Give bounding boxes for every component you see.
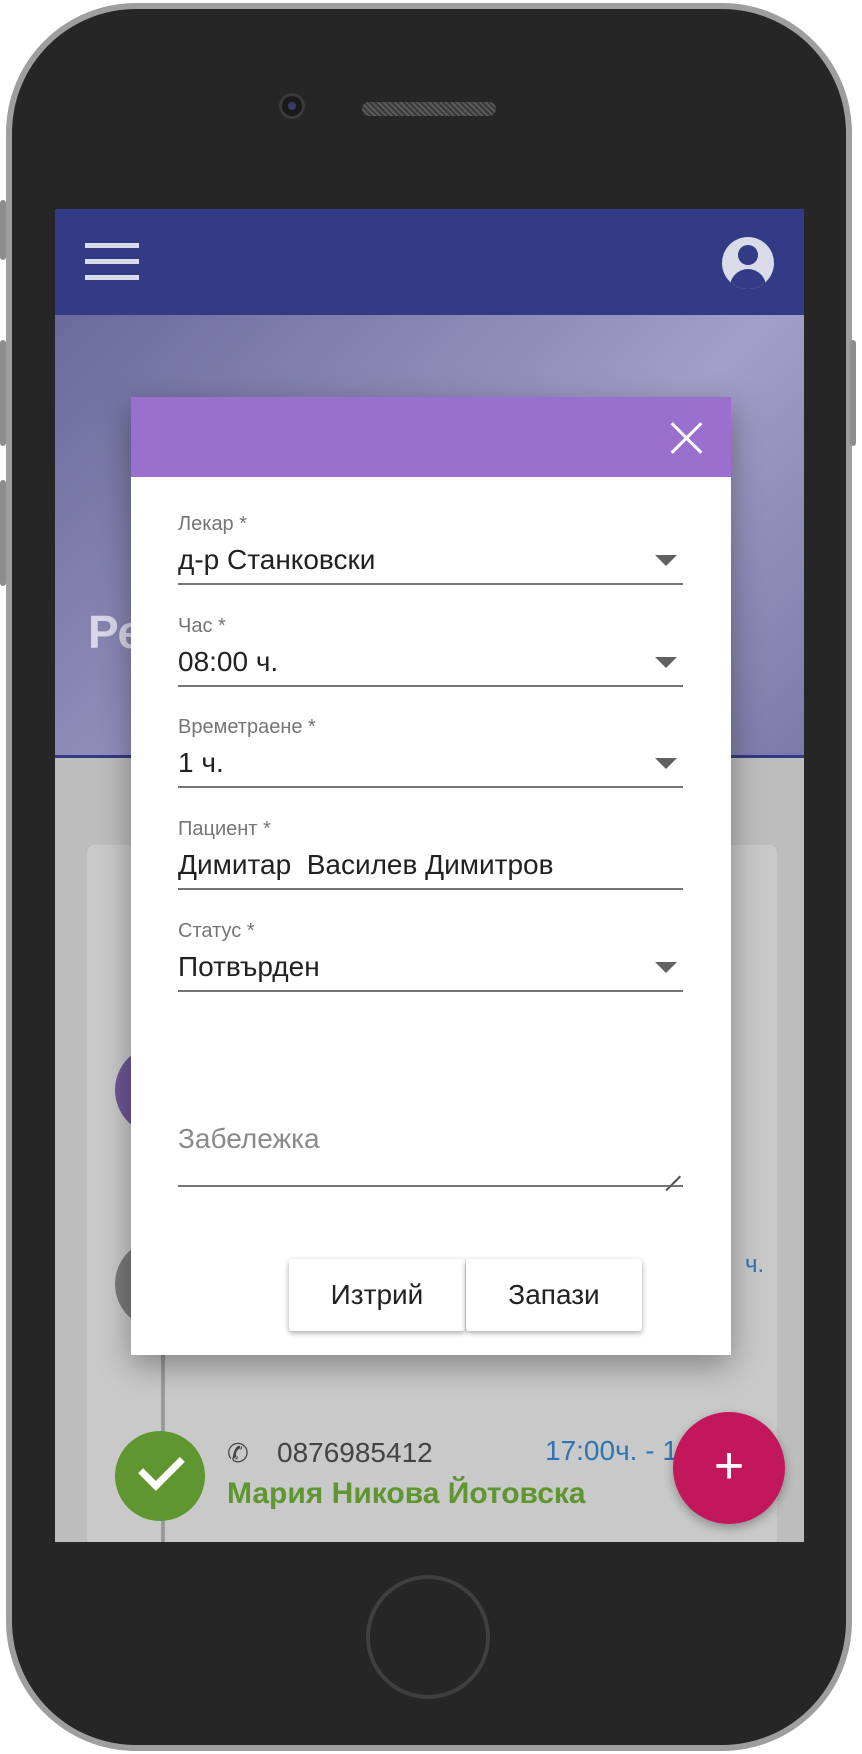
patient-label: Пациент * xyxy=(178,818,271,840)
app-bar xyxy=(55,209,804,315)
app-screen: Ре ч. ч. ✆ 0876985412 17:00ч. - 18 Мария… xyxy=(55,209,804,1542)
notes-textarea[interactable]: Забележка xyxy=(178,1119,683,1187)
camera-icon xyxy=(282,96,302,116)
duration-select[interactable]: Времетраене * 1 ч. xyxy=(178,714,683,788)
doctor-select[interactable]: Лекар * д-р Станковски xyxy=(178,511,683,585)
hour-label: Час * xyxy=(178,615,226,637)
close-icon[interactable] xyxy=(669,419,705,455)
volume-up-button xyxy=(0,340,6,446)
plus-icon: + xyxy=(713,1437,745,1495)
dropdown-arrow-icon[interactable] xyxy=(655,657,677,668)
status-label: Статус * xyxy=(178,920,255,942)
account-icon[interactable] xyxy=(722,237,774,289)
dropdown-arrow-icon[interactable] xyxy=(655,962,677,973)
resize-icon[interactable] xyxy=(665,1161,681,1177)
doctor-value-text: д-р Станковски xyxy=(178,544,376,575)
hour-select[interactable]: Час * 08:00 ч. xyxy=(178,613,683,687)
volume-down-button xyxy=(0,480,6,586)
add-appointment-button[interactable]: + xyxy=(673,1412,785,1524)
patient-value-text: Димитар Василев Димитров xyxy=(178,849,554,880)
patient-input[interactable]: Димитар Василев Димитров xyxy=(178,842,683,890)
appointment-phone[interactable]: ✆ 0876985412 xyxy=(227,1431,433,1475)
check-icon xyxy=(115,1431,205,1521)
speaker-grille xyxy=(362,102,496,116)
duration-label: Времетраене * xyxy=(178,716,316,738)
doctor-label: Лекар * xyxy=(178,513,248,535)
appointment-time: 17:00ч. - 18 xyxy=(545,1435,694,1466)
delete-button[interactable]: Изтрий xyxy=(289,1259,465,1331)
status-select[interactable]: Статус * Потвърден xyxy=(178,918,683,992)
phone-icon: ✆ xyxy=(227,1438,249,1468)
dropdown-arrow-icon[interactable] xyxy=(655,758,677,769)
dialog-header xyxy=(131,397,731,477)
patient-name[interactable]: Мария Никова Йотовска xyxy=(227,1477,586,1511)
patient-field[interactable]: Пациент * Димитар Василев Димитров xyxy=(178,816,683,890)
mute-switch xyxy=(0,200,6,260)
appointment-time: ч. xyxy=(745,1251,765,1278)
duration-value-text: 1 ч. xyxy=(178,747,224,778)
phone-number: 0876985412 xyxy=(277,1437,433,1468)
status-value-text: Потвърден xyxy=(178,951,320,982)
notes-placeholder: Забележка xyxy=(178,1123,320,1154)
doctor-value[interactable]: д-р Станковски xyxy=(178,537,683,585)
dropdown-arrow-icon[interactable] xyxy=(655,555,677,566)
hour-value[interactable]: 08:00 ч. xyxy=(178,639,683,687)
home-button[interactable] xyxy=(366,1575,490,1699)
hour-value-text: 08:00 ч. xyxy=(178,646,279,677)
status-value[interactable]: Потвърден xyxy=(178,944,683,992)
appointment-dialog: Лекар * д-р Станковски Час * 08:00 ч. Вр… xyxy=(131,397,731,1355)
save-button[interactable]: Запази xyxy=(466,1259,642,1331)
duration-value[interactable]: 1 ч. xyxy=(178,740,683,788)
menu-icon[interactable] xyxy=(85,243,139,281)
power-button xyxy=(850,340,856,446)
